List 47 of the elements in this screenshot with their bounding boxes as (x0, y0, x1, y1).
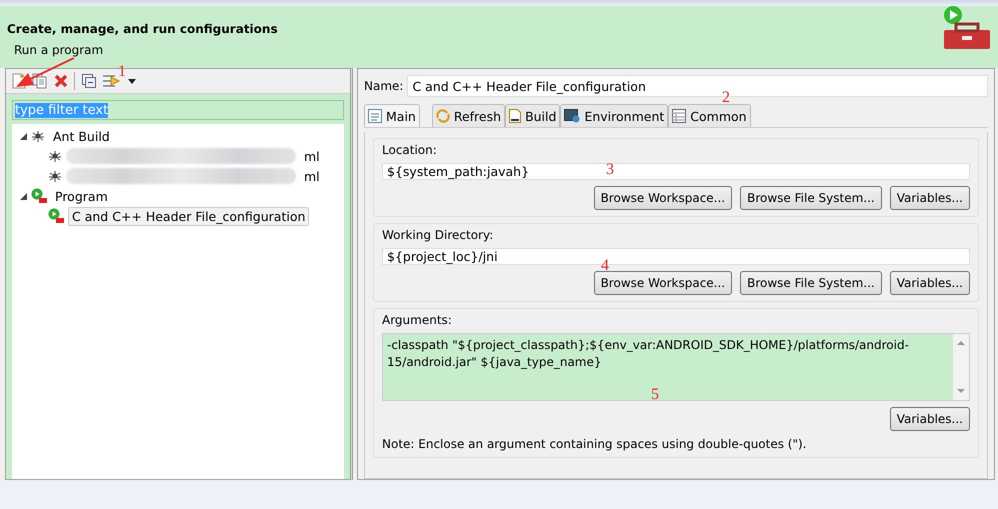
annotation-number: 1 (118, 64, 126, 80)
document-icon (368, 109, 382, 123)
table-icon (672, 109, 686, 123)
tab[interactable]: Main (364, 104, 420, 127)
browse-button[interactable]: Variables... (890, 271, 970, 295)
browse-button[interactable]: Browse Workspace... (594, 186, 732, 210)
toolbar-separator-icon (74, 72, 76, 90)
group-label: Working Directory: (382, 228, 494, 242)
note-text: Note: Enclose an argument containing spaces using double-quotes ("). (382, 437, 808, 451)
browse-button[interactable]: Browse File System... (740, 271, 882, 295)
browse-button[interactable]: Variables... (890, 186, 970, 210)
ant-icon (48, 149, 62, 163)
scroll-down-icon[interactable] (957, 388, 965, 394)
annotation-arrow (14, 56, 76, 90)
group-label: Location: (382, 143, 438, 157)
ant-icon (31, 129, 45, 143)
browse-button[interactable]: Browse File System... (740, 186, 882, 210)
arguments-label: Arguments: (382, 313, 453, 327)
run-toolbox-icon (31, 188, 47, 204)
tab[interactable]: Refresh (432, 104, 506, 127)
tab[interactable]: Environment (560, 104, 668, 127)
tab[interactable]: Common (668, 104, 751, 127)
browse-button[interactable]: Browse Workspace... (594, 271, 732, 295)
scroll-up-icon[interactable] (957, 340, 965, 346)
tree-item[interactable]: C and C++ Header File_configuration (68, 206, 310, 226)
collapse-icon[interactable] (82, 74, 96, 88)
dialog-title: Create, manage, and run configurations (7, 22, 279, 36)
expanded-arrow-icon[interactable] (20, 132, 27, 140)
copy-icon[interactable] (32, 73, 48, 89)
tab[interactable]: Build (505, 104, 560, 127)
annotation-number: 3 (606, 162, 614, 178)
tree-item[interactable]: Ant Build (49, 126, 114, 146)
variables-button[interactable]: Variables... (890, 407, 970, 431)
ant-icon (48, 169, 62, 183)
refresh-icon (436, 109, 450, 123)
annotation-number: 5 (651, 387, 659, 403)
tree-item[interactable]: ml (300, 146, 324, 166)
binary-file-icon (509, 109, 522, 123)
expanded-arrow-icon[interactable] (20, 192, 27, 200)
name-label: Name: (364, 79, 404, 93)
delete-icon[interactable] (54, 74, 68, 88)
dialog-subtitle: Run a program (14, 43, 104, 57)
run-toolbox-icon (48, 208, 64, 224)
environment-icon (564, 109, 580, 123)
tree-item[interactable]: ml (300, 166, 324, 186)
tree-item[interactable]: Program (51, 186, 112, 206)
dropdown-icon[interactable] (128, 78, 136, 84)
